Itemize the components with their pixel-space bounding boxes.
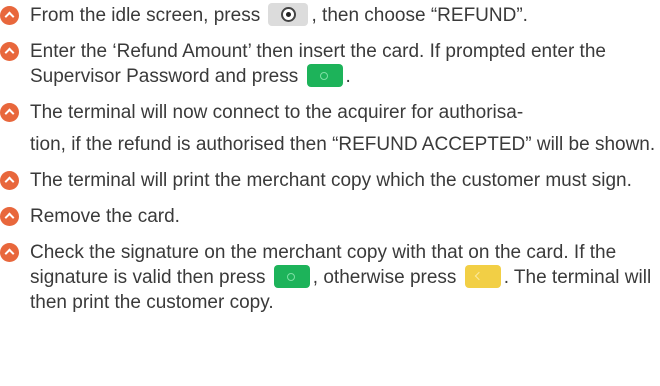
step-item: Remove the card.: [0, 204, 660, 229]
step-item: The terminal will now connect to the acq…: [0, 100, 660, 125]
refund-steps-list: From the idle screen, press , then choos…: [0, 0, 660, 315]
step-text: , otherwise press: [312, 267, 457, 288]
step-text: The terminal will now connect to the acq…: [30, 102, 524, 123]
chevron-up-bullet-icon: [0, 171, 19, 190]
green-ok-key-icon: [306, 64, 343, 87]
menu-key-icon: [268, 3, 309, 26]
step-text: .: [345, 66, 351, 87]
step-text: The terminal will print the merchant cop…: [30, 170, 632, 191]
chevron-up-bullet-icon: [0, 207, 19, 226]
chevron-up-bullet-icon: [0, 243, 19, 262]
step-item: Check the signature on the merchant copy…: [0, 240, 660, 315]
step-text: tion, if the refund is authorised then “…: [30, 134, 656, 155]
step-continuation: tion, if the refund is authorised then “…: [0, 132, 660, 157]
step-item: From the idle screen, press , then choos…: [0, 3, 660, 28]
green-ok-key-icon: [273, 265, 310, 288]
chevron-up-bullet-icon: [0, 6, 19, 25]
step-text: From the idle screen, press: [30, 5, 261, 26]
yellow-clear-key-icon: [464, 265, 501, 288]
step-item: Enter the ‘Refund Amount’ then insert th…: [0, 39, 660, 89]
step-text: , then choose “REFUND”.: [311, 5, 528, 26]
chevron-up-bullet-icon: [0, 42, 19, 61]
step-text: Remove the card.: [30, 206, 180, 227]
step-item: The terminal will print the merchant cop…: [0, 168, 660, 193]
chevron-up-bullet-icon: [0, 103, 19, 122]
